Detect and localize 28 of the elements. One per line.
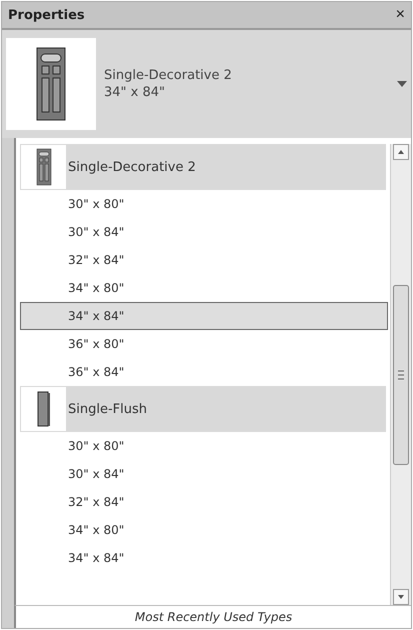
type-item[interactable]: 30" x 80" <box>20 190 388 218</box>
scrollbar[interactable] <box>390 144 411 605</box>
scroll-down-icon[interactable] <box>393 589 409 605</box>
type-item[interactable]: 32" x 84" <box>20 488 388 516</box>
scroll-thumb[interactable] <box>393 284 409 464</box>
door-icon <box>36 390 52 428</box>
type-item[interactable]: 34" x 84" <box>20 544 388 572</box>
type-size: 34" x 84" <box>104 85 166 100</box>
type-name: Single-Decorative 2 <box>104 68 233 83</box>
type-item[interactable]: 30" x 84" <box>20 218 388 246</box>
door-icon <box>36 148 52 186</box>
close-button[interactable]: × <box>394 6 407 24</box>
family-name: Single-Decorative 2 <box>68 160 196 174</box>
type-selector[interactable]: Single-Decorative 2 34" x 84" <box>2 28 411 138</box>
type-item[interactable]: 34" x 80" <box>20 274 388 302</box>
type-item[interactable]: 34" x 80" <box>20 516 388 544</box>
scroll-up-icon[interactable] <box>393 144 409 160</box>
door-icon <box>35 46 67 122</box>
footer-label: Most Recently Used Types <box>14 605 411 628</box>
dropdown-arrow-icon[interactable] <box>397 81 407 87</box>
type-item[interactable]: 30" x 84" <box>20 460 388 488</box>
panel-title: Properties <box>8 8 85 22</box>
type-item[interactable]: 32" x 84" <box>20 246 388 274</box>
type-item[interactable]: 36" x 80" <box>20 330 388 358</box>
type-item[interactable]: 30" x 80" <box>20 432 388 460</box>
type-item[interactable]: 36" x 84" <box>20 358 388 386</box>
family-name: Single-Flush <box>68 402 147 416</box>
type-item[interactable]: 34" x 84" <box>20 302 388 330</box>
